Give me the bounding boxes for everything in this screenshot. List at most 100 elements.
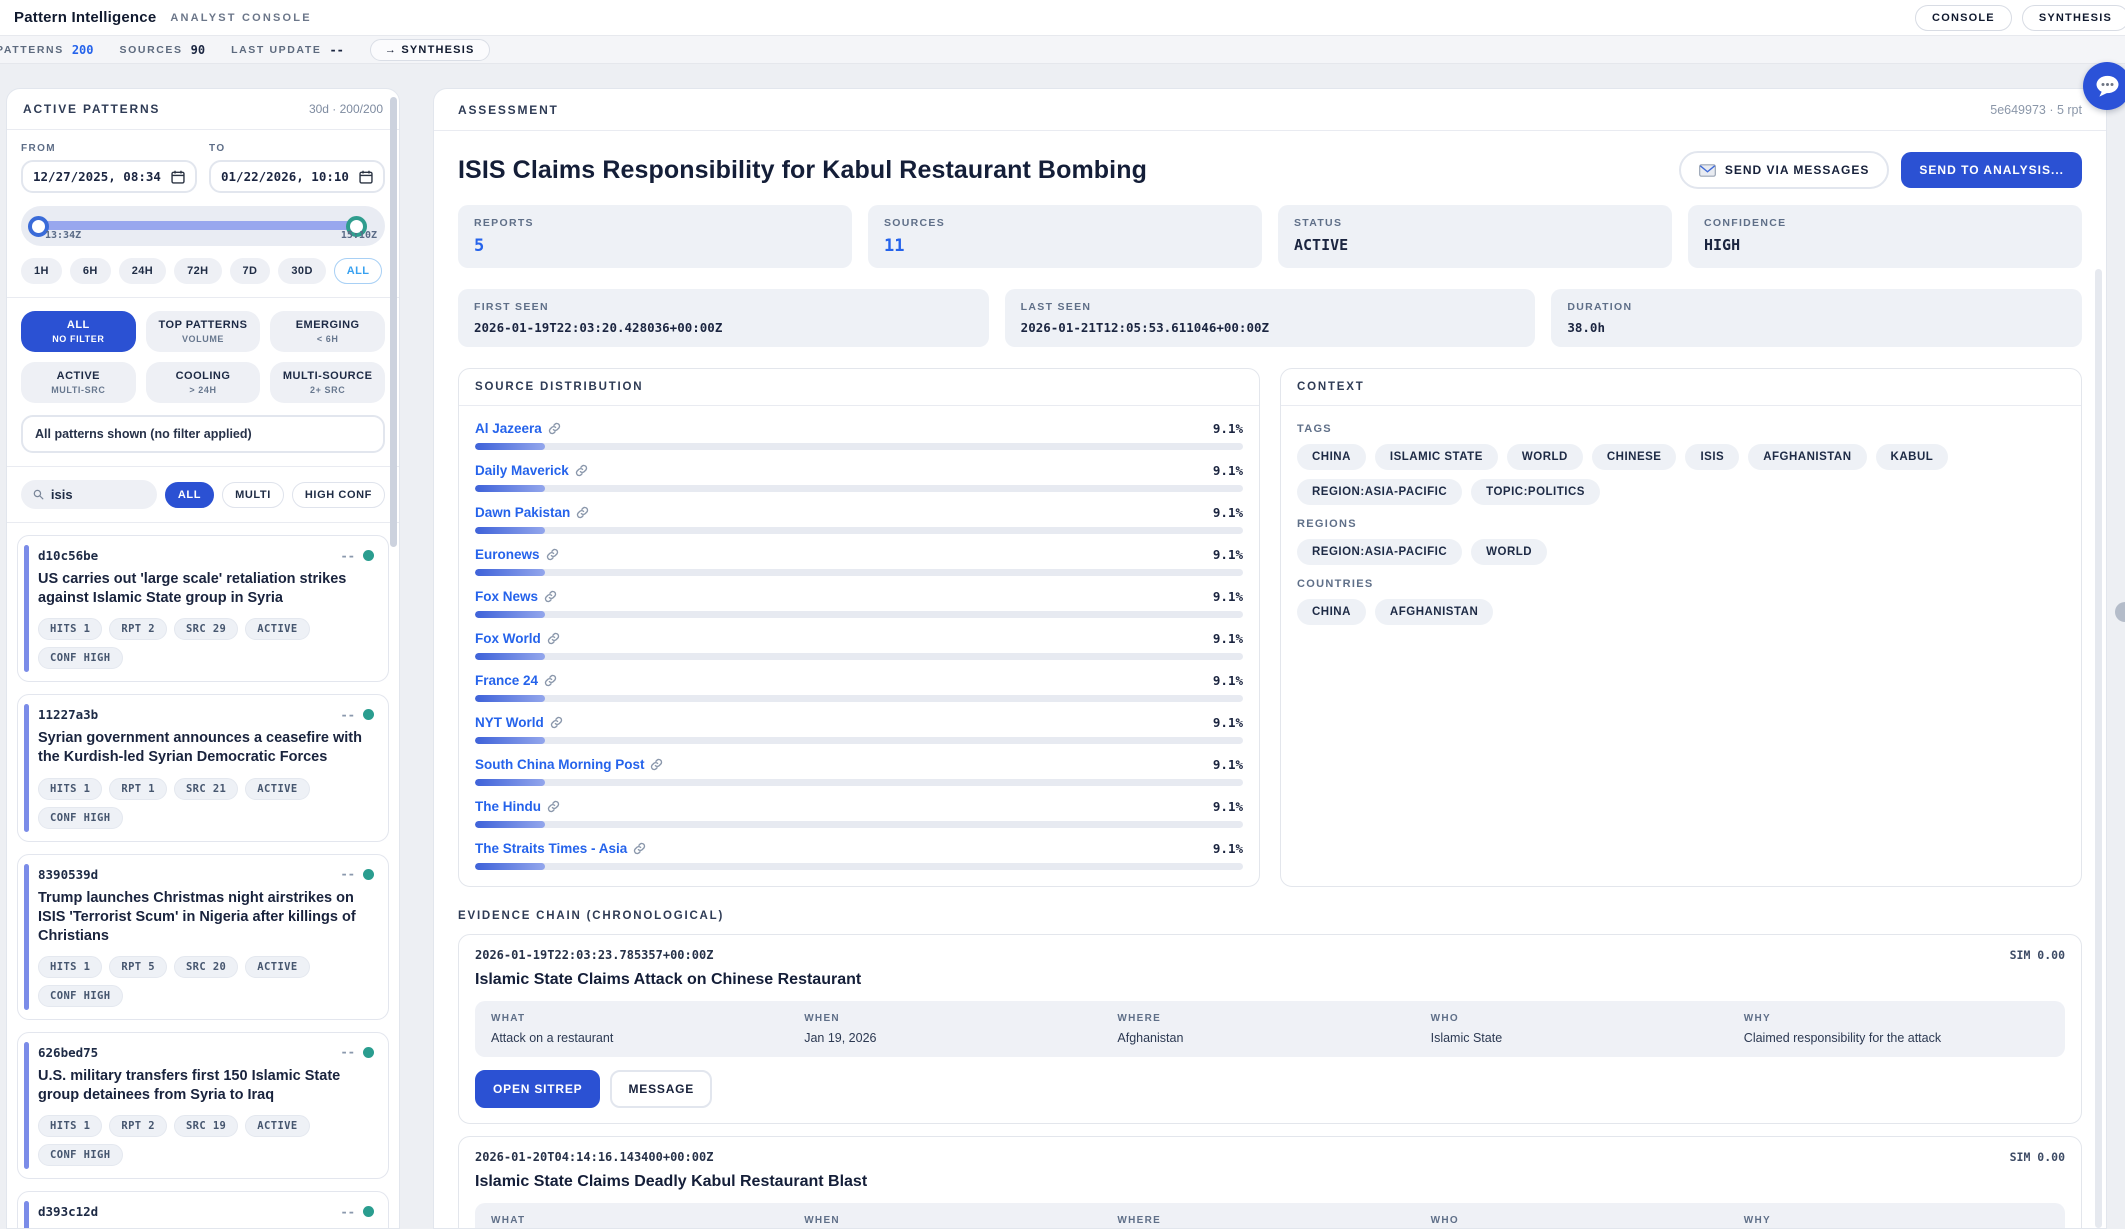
synthesis-quick-button[interactable]: → SYNTHESIS <box>370 39 490 61</box>
filter-chip[interactable]: COOLING > 24H <box>146 362 261 403</box>
pattern-card[interactable]: d393c12d -- US kills al-Qaeda affiliate … <box>17 1191 389 1229</box>
link-icon <box>544 674 557 687</box>
stat-card: STATUS ACTIVE <box>1278 205 1672 268</box>
pattern-card[interactable]: d10c56be -- US carries out 'large scale'… <box>17 535 389 682</box>
tag-pill[interactable]: ISIS <box>1685 444 1739 470</box>
chat-fab-button[interactable] <box>2083 62 2125 110</box>
tag-pill[interactable]: WORLD <box>1507 444 1583 470</box>
filter-chip-sublabel: < 6H <box>274 334 381 344</box>
filter-chip[interactable]: MULTI-SOURCE 2+ SRC <box>270 362 385 403</box>
evidence-field-label: WHAT <box>491 1013 796 1024</box>
tag-pill[interactable]: AFGHANISTAN <box>1748 444 1866 470</box>
filter-chip-sublabel: 2+ SRC <box>274 385 381 395</box>
search-filter-high-conf[interactable]: HIGH CONF <box>292 482 385 508</box>
tag-pill[interactable]: REGION:ASIA-PACIFIC <box>1297 479 1462 505</box>
source-name: The Straits Times - Asia <box>475 841 627 856</box>
from-label: FROM <box>21 143 197 154</box>
source-link[interactable]: Euronews <box>475 547 559 562</box>
pattern-badges: HITS 1 RPT 1 SRC 21 ACTIVE CONF HIGH <box>38 778 374 829</box>
source-name: Euronews <box>475 547 540 562</box>
link-icon <box>576 506 589 519</box>
link-icon <box>547 632 560 645</box>
region-pill[interactable]: REGION:ASIA-PACIFIC <box>1297 539 1462 565</box>
source-bar-fill <box>475 527 545 534</box>
search-input[interactable] <box>51 487 145 502</box>
tag-pill[interactable]: CHINESE <box>1592 444 1677 470</box>
calendar-icon[interactable] <box>171 170 185 184</box>
source-bar-fill <box>475 569 545 576</box>
tag-pill[interactable]: CHINA <box>1297 444 1366 470</box>
pattern-card[interactable]: 8390539d -- Trump launches Christmas nig… <box>17 854 389 1020</box>
synthesis-nav-button[interactable]: SYNTHESIS <box>2022 5 2125 31</box>
console-nav-button[interactable]: CONSOLE <box>1915 5 2012 31</box>
evidence-list: 2026-01-19T22:03:23.785357+00:00Z SIM 0.… <box>434 934 2106 1229</box>
patterns-count: PATTERNS 200 <box>10 43 94 57</box>
source-link[interactable]: Al Jazeera <box>475 421 561 436</box>
pattern-badge: SRC 21 <box>174 778 238 800</box>
source-link[interactable]: Daily Maverick <box>475 463 588 478</box>
source-link[interactable]: Fox World <box>475 631 560 646</box>
pattern-id: d10c56be <box>38 548 98 563</box>
source-link[interactable]: The Straits Times - Asia <box>475 841 646 856</box>
search-filter-all[interactable]: ALL <box>165 482 214 508</box>
search-box[interactable] <box>21 480 157 509</box>
pattern-title: US carries out 'large scale' retaliation… <box>38 570 374 608</box>
source-bar-track <box>475 695 1243 702</box>
filter-chip[interactable]: ACTIVE MULTI-SRC <box>21 362 136 403</box>
source-link[interactable]: France 24 <box>475 673 557 688</box>
main-scrollbar[interactable] <box>2095 269 2102 1228</box>
source-distribution-title: SOURCE DISTRIBUTION <box>459 369 1259 406</box>
country-pill[interactable]: AFGHANISTAN <box>1375 599 1493 625</box>
panel-collapse-handle[interactable] <box>2115 602 2125 622</box>
pattern-badge: ACTIVE <box>245 956 309 978</box>
from-date-input[interactable]: 12/27/2025, 08:34 <box>21 160 197 193</box>
filter-chip[interactable]: TOP PATTERNS VOLUME <box>146 311 261 352</box>
tag-pill[interactable]: TOPIC:POLITICS <box>1471 479 1600 505</box>
pattern-card[interactable]: 11227a3b -- Syrian government announces … <box>17 694 389 841</box>
filter-chip-sublabel: VOLUME <box>150 334 257 344</box>
active-status-dot <box>363 869 374 880</box>
time-preset-button[interactable]: ALL <box>334 258 383 284</box>
stat-card: LAST SEEN 2026-01-21T12:05:53.611046+00:… <box>1005 289 1536 347</box>
assessment-label: ASSESSMENT <box>458 103 559 117</box>
time-preset-button[interactable]: 1H <box>21 258 62 284</box>
source-name: Daily Maverick <box>475 463 569 478</box>
source-row: Fox World 9.1% <box>475 631 1243 660</box>
search-filter-multi[interactable]: MULTI <box>222 482 284 508</box>
source-name: South China Morning Post <box>475 757 644 772</box>
country-pill[interactable]: CHINA <box>1297 599 1366 625</box>
pattern-card[interactable]: 626bed75 -- U.S. military transfers firs… <box>17 1032 389 1179</box>
source-link[interactable]: Fox News <box>475 589 557 604</box>
source-bar-fill <box>475 779 545 786</box>
source-bar-fill <box>475 863 545 870</box>
send-to-analysis-button[interactable]: SEND TO ANALYSIS... <box>1901 152 2082 188</box>
evidence-action-button[interactable]: MESSAGE <box>610 1070 712 1108</box>
tag-pill[interactable]: KABUL <box>1876 444 1949 470</box>
time-preset-button[interactable]: 7D <box>230 258 271 284</box>
source-link[interactable]: South China Morning Post <box>475 757 663 772</box>
filter-chip[interactable]: ALL NO FILTER <box>21 311 136 352</box>
source-link[interactable]: Dawn Pakistan <box>475 505 589 520</box>
source-bar-track <box>475 569 1243 576</box>
pattern-badges: HITS 1 RPT 2 SRC 19 ACTIVE CONF HIGH <box>38 1115 374 1166</box>
source-link[interactable]: The Hindu <box>475 799 560 814</box>
evidence-field-label: WHERE <box>1117 1215 1422 1226</box>
send-via-messages-button[interactable]: SEND VIA MESSAGES <box>1679 151 1890 189</box>
to-date-input[interactable]: 01/22/2026, 10:10 <box>209 160 385 193</box>
sidebar-scrollbar[interactable] <box>390 97 397 547</box>
evidence-field: WHEN 2026-01-20T01:44:52+00:00 <box>804 1215 1109 1229</box>
tag-pill[interactable]: ISLAMIC STATE <box>1375 444 1498 470</box>
link-icon <box>547 800 560 813</box>
region-pill[interactable]: WORLD <box>1471 539 1547 565</box>
time-preset-button[interactable]: 72H <box>174 258 221 284</box>
time-preset-button[interactable]: 6H <box>70 258 111 284</box>
time-preset-button[interactable]: 24H <box>119 258 166 284</box>
stat-value: HIGH <box>1704 236 2066 254</box>
time-preset-button[interactable]: 30D <box>278 258 325 284</box>
evidence-action-button[interactable]: OPEN SITREP <box>475 1070 600 1108</box>
filter-chip[interactable]: EMERGING < 6H <box>270 311 385 352</box>
source-link[interactable]: NYT World <box>475 715 563 730</box>
source-row: South China Morning Post 9.1% <box>475 757 1243 786</box>
calendar-icon[interactable] <box>359 170 373 184</box>
time-range-slider[interactable]: 13:34Z 15:10Z <box>21 206 385 246</box>
